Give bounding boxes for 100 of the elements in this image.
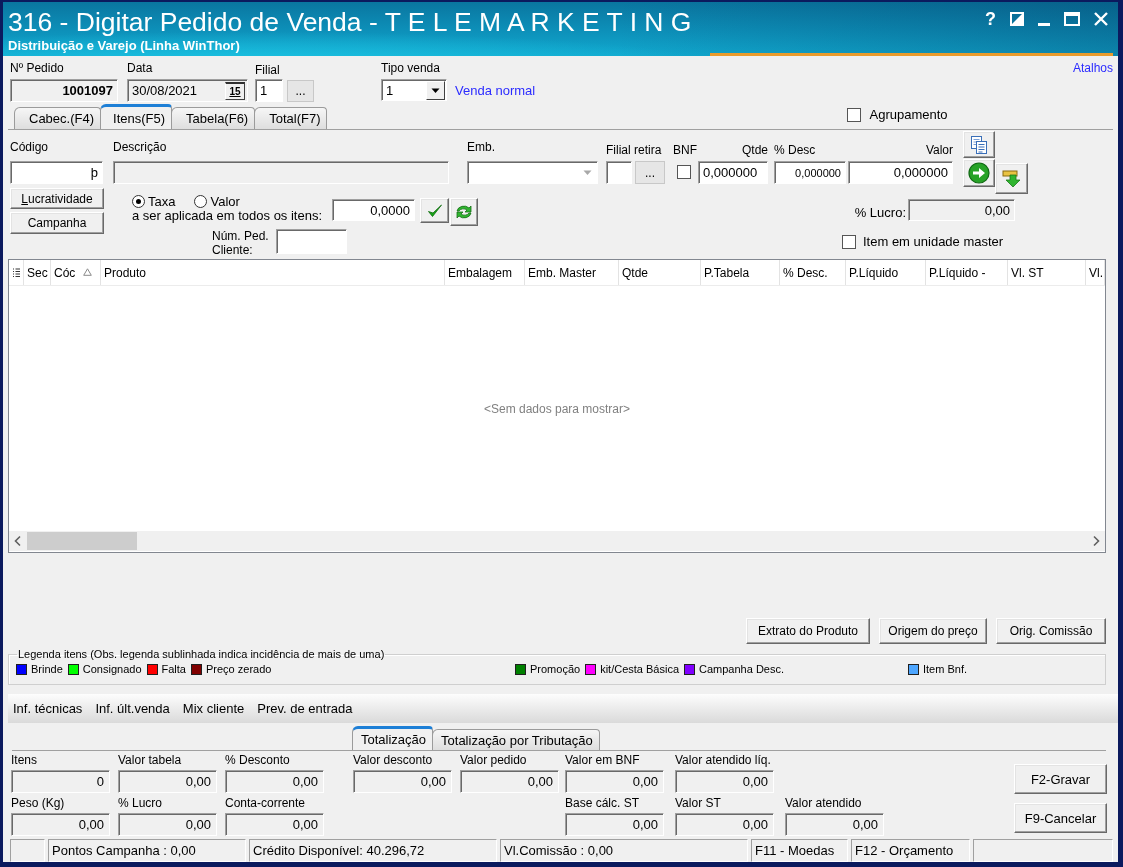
- field-label: Valor desconto: [353, 753, 434, 767]
- calendar-button[interactable]: 15: [225, 81, 245, 100]
- confirm-button[interactable]: [963, 159, 995, 187]
- window-subtitle: Distribuição e Varejo (Linha WinThor): [8, 38, 241, 53]
- cancel-button[interactable]: F9-Cancelar: [1014, 803, 1107, 833]
- ellipsis-button[interactable]: ...: [287, 79, 314, 102]
- price-origin-button[interactable]: Origem do preço: [879, 618, 987, 644]
- help-button[interactable]: ?: [985, 9, 996, 29]
- column-header[interactable]: P.Tabela: [701, 260, 780, 285]
- field-label: Núm. Ped. Cliente:: [212, 229, 270, 257]
- field-label: Filial: [255, 63, 281, 77]
- column-header[interactable]: Embalagem: [445, 260, 525, 285]
- column-header[interactable]: % Desc.: [780, 260, 846, 285]
- checkbox[interactable]: [677, 165, 691, 179]
- column-header[interactable]: Produto: [101, 260, 445, 285]
- profit-field[interactable]: 0,00: [908, 199, 1015, 221]
- checkbox-label: Agrupamento: [869, 107, 948, 122]
- half-filled-square-icon[interactable]: [1010, 12, 1024, 26]
- total-field[interactable]: 0: [11, 770, 110, 793]
- toolbar-item[interactable]: Mix cliente: [182, 701, 245, 716]
- tab[interactable]: Tabela(F6): [171, 107, 256, 129]
- description-field[interactable]: [113, 161, 449, 184]
- window-title: 316 - Digitar Pedido de Venda - T E L E M A R K E T I N G: [8, 6, 692, 38]
- column-header[interactable]: Vl. ST: [1008, 260, 1086, 285]
- total-field[interactable]: 0,00: [225, 813, 324, 836]
- legend-label: Brinde: [31, 663, 63, 675]
- ellipsis-button[interactable]: ...: [635, 161, 665, 184]
- value-field[interactable]: 0,000000: [848, 161, 953, 184]
- product-statement-button[interactable]: Extrato do Produto: [746, 618, 870, 644]
- list-icon[interactable]: [12, 267, 20, 278]
- field-label: Valor: [924, 143, 953, 157]
- discount-field[interactable]: 0,000000: [774, 161, 846, 184]
- total-field[interactable]: 0,00: [353, 770, 452, 793]
- field-label: Qtde: [741, 143, 768, 157]
- total-field[interactable]: 0,00: [11, 813, 110, 836]
- field-label: Nº Pedido: [10, 61, 65, 75]
- pickup-branch-field[interactable]: [606, 161, 632, 184]
- total-field[interactable]: 0,00: [565, 813, 664, 836]
- shortcuts-link[interactable]: Atalhos: [1072, 61, 1113, 75]
- date-field[interactable]: 30/08/2021 15: [127, 79, 248, 102]
- radio-button[interactable]: [132, 195, 145, 208]
- total-field[interactable]: 0,00: [565, 770, 664, 793]
- quantity-field[interactable]: 0,000000: [698, 161, 768, 184]
- scrollbar-thumb[interactable]: [27, 532, 137, 550]
- copy-button[interactable]: [963, 131, 995, 158]
- field-label: Valor pedido: [460, 753, 528, 767]
- column-header[interactable]: P.Líquido: [846, 260, 926, 285]
- toolbar-item[interactable]: Inf. técnicas: [13, 701, 83, 716]
- order-number-field[interactable]: 1001097: [10, 79, 118, 102]
- field-label: Código: [10, 140, 50, 154]
- legend-label: Item Bnf.: [923, 663, 968, 675]
- column-header[interactable]: Vl.: [1086, 260, 1105, 285]
- total-field[interactable]: 0,00: [118, 770, 217, 793]
- total-field[interactable]: 0,00: [675, 813, 774, 836]
- total-field[interactable]: 0,00: [118, 813, 217, 836]
- tab[interactable]: Totalização por Tributação: [432, 729, 600, 750]
- column-header[interactable]: Qtde: [619, 260, 701, 285]
- tab[interactable]: Total(F7): [254, 107, 328, 129]
- total-field[interactable]: 0,00: [460, 770, 559, 793]
- packaging-dropdown[interactable]: [467, 161, 598, 184]
- refresh-icon: [454, 202, 474, 222]
- toolbar-item[interactable]: Prev. de entrada: [257, 701, 353, 716]
- column-header[interactable]: P.Líquido -: [926, 260, 1008, 285]
- field-label: % Desconto: [225, 753, 291, 767]
- refresh-button[interactable]: [450, 198, 478, 226]
- rate-field[interactable]: 0,0000: [332, 199, 415, 221]
- insert-button[interactable]: [995, 163, 1028, 194]
- profitability-button[interactable]: Lucratividade: [10, 188, 104, 209]
- legend-label: Promoção: [530, 663, 581, 675]
- column-header[interactable]: Emb. Master: [525, 260, 619, 285]
- customer-order-field[interactable]: [276, 229, 347, 254]
- branch-field[interactable]: 1: [255, 79, 283, 102]
- field-label: Itens: [11, 753, 38, 767]
- commission-origin-button[interactable]: Orig. Comissão: [996, 618, 1106, 644]
- column-header[interactable]: Cóc: [51, 260, 101, 285]
- campaign-button[interactable]: Campanha: [10, 212, 104, 234]
- apply-button[interactable]: [420, 198, 449, 223]
- tab[interactable]: Totalização: [352, 726, 434, 750]
- tab[interactable]: Itens(F5): [100, 104, 173, 129]
- total-field[interactable]: 0,00: [675, 770, 774, 793]
- horizontal-scrollbar[interactable]: [9, 531, 1105, 551]
- close-icon[interactable]: [1094, 12, 1108, 26]
- total-field[interactable]: 0,00: [785, 813, 884, 836]
- legend-title: Legenda itens (Obs. legenda sublinhada indica incidência de mais de uma): [17, 648, 386, 660]
- checkmark-icon: [426, 202, 443, 219]
- radio-button[interactable]: [194, 195, 208, 208]
- sale-type-dropdown[interactable]: 1: [381, 79, 447, 101]
- tab[interactable]: Cabec.(F4): [14, 107, 102, 129]
- code-field[interactable]: þ: [10, 161, 103, 184]
- checkbox[interactable]: [842, 234, 856, 249]
- empty-grid-message: <Sem dados para mostrar>: [483, 401, 631, 416]
- field-label: Emb.: [467, 140, 496, 154]
- field-label: BNF: [673, 143, 698, 157]
- column-header[interactable]: Sec: [24, 260, 51, 285]
- maximize-icon[interactable]: [1064, 12, 1080, 26]
- total-field[interactable]: 0,00: [225, 770, 324, 793]
- toolbar-item[interactable]: Inf. últ.venda: [95, 701, 170, 716]
- arrow-right-icon: [968, 162, 990, 184]
- save-button[interactable]: F2-Gravar: [1014, 764, 1107, 794]
- checkbox[interactable]: [847, 107, 862, 122]
